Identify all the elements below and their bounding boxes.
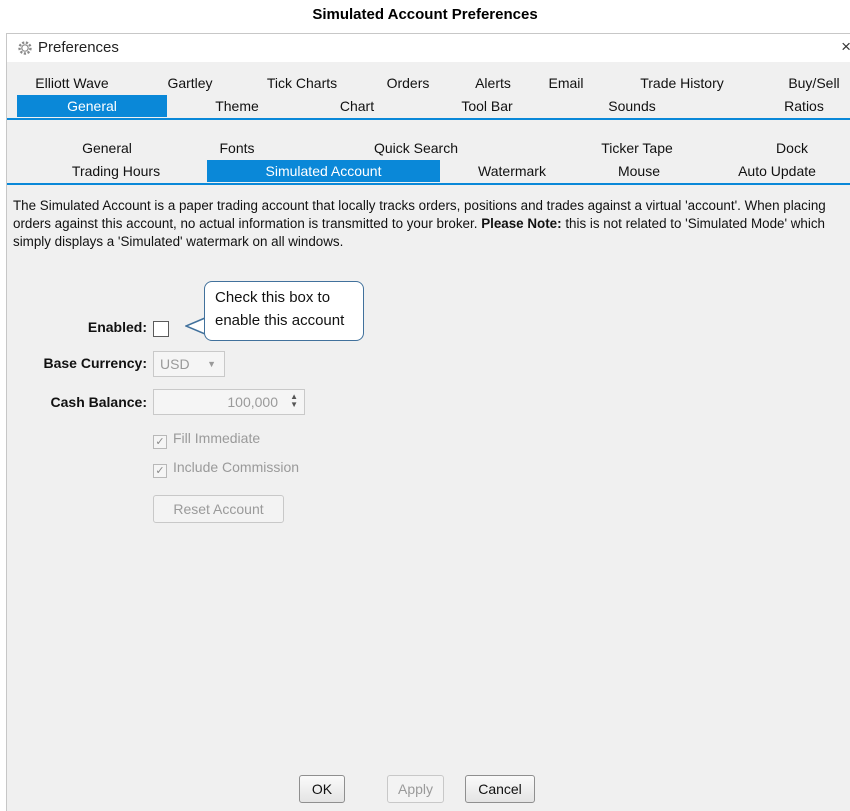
tab-buy-sell[interactable]: Buy/Sell: [777, 72, 850, 94]
tab-tick-charts[interactable]: Tick Charts: [257, 72, 347, 94]
apply-button[interactable]: Apply: [387, 775, 444, 803]
base-currency-select[interactable]: USD ▼: [153, 351, 225, 377]
base-currency-value: USD: [160, 356, 190, 372]
top-tabs-divider: [7, 118, 850, 120]
include-commission-option[interactable]: ✓ Include Commission: [153, 459, 299, 478]
cash-balance-spinner[interactable]: 100,000 ▲ ▼: [153, 389, 305, 415]
fill-immediate-option[interactable]: ✓ Fill Immediate: [153, 430, 260, 449]
sub-tabs-row1: General Fonts Quick Search Ticker Tape D…: [7, 137, 850, 159]
top-tabs-row1: Elliott Wave Gartley Tick Charts Orders …: [7, 72, 850, 94]
tab-theme[interactable]: Theme: [187, 95, 287, 117]
reset-account-button[interactable]: Reset Account: [153, 495, 284, 523]
tab-sounds[interactable]: Sounds: [587, 95, 677, 117]
tab-gartley[interactable]: Gartley: [157, 72, 223, 94]
tab-tool-bar[interactable]: Tool Bar: [447, 95, 527, 117]
tab-chart[interactable]: Chart: [317, 95, 397, 117]
include-commission-label: Include Commission: [173, 459, 300, 475]
subtab-dock[interactable]: Dock: [767, 137, 817, 159]
cash-balance-label: Cash Balance:: [50, 394, 147, 410]
spinner-arrows-icon[interactable]: ▲ ▼: [290, 393, 298, 409]
sub-tabs-divider: [7, 183, 850, 185]
sub-tabs-row2: Trading Hours Simulated Account Watermar…: [7, 160, 850, 182]
gear-icon: [18, 41, 32, 55]
image-caption: Simulated Account Preferences: [312, 6, 538, 23]
tab-general[interactable]: General: [17, 95, 167, 117]
close-button[interactable]: ×: [841, 37, 850, 57]
subtab-watermark[interactable]: Watermark: [467, 160, 557, 182]
subtab-ticker-tape[interactable]: Ticker Tape: [587, 137, 687, 159]
fill-immediate-label: Fill Immediate: [173, 430, 261, 446]
annotation-callout: Check this box to enable this account: [204, 281, 364, 341]
tab-alerts[interactable]: Alerts: [467, 72, 519, 94]
tab-ratios[interactable]: Ratios: [767, 95, 841, 117]
callout-line2: enable this account: [215, 312, 345, 329]
enabled-label: Enabled:: [87, 319, 147, 335]
tab-trade-history[interactable]: Trade History: [627, 72, 737, 94]
title-bar: Preferences ×: [7, 34, 850, 62]
subtab-general[interactable]: General: [67, 137, 147, 159]
base-currency-label: Base Currency:: [43, 355, 148, 371]
subtab-fonts[interactable]: Fonts: [207, 137, 267, 159]
description-text: The Simulated Account is a paper trading…: [13, 197, 843, 251]
description-note-label: Please Note:: [481, 216, 562, 231]
include-commission-checkbox[interactable]: ✓: [153, 464, 167, 478]
fill-immediate-checkbox[interactable]: ✓: [153, 435, 167, 449]
subtab-auto-update[interactable]: Auto Update: [727, 160, 827, 182]
ok-button[interactable]: OK: [299, 775, 345, 803]
enabled-checkbox[interactable]: [153, 321, 169, 337]
subtab-mouse[interactable]: Mouse: [607, 160, 671, 182]
subtab-quick-search[interactable]: Quick Search: [361, 137, 471, 159]
subtab-trading-hours[interactable]: Trading Hours: [57, 160, 175, 182]
subtab-simulated-account[interactable]: Simulated Account: [207, 160, 440, 182]
tab-elliott-wave[interactable]: Elliott Wave: [27, 72, 117, 94]
chevron-down-icon: ▼: [207, 359, 216, 369]
window-title: Preferences: [38, 39, 119, 56]
top-tabs-row2: General Theme Chart Tool Bar Sounds Rati…: [7, 95, 850, 117]
cash-balance-value: 100,000: [227, 394, 278, 410]
tab-email[interactable]: Email: [543, 72, 589, 94]
callout-line1: Check this box to: [215, 289, 331, 306]
preferences-window: Preferences × Elliott Wave Gartley Tick …: [6, 33, 850, 811]
cancel-button[interactable]: Cancel: [465, 775, 535, 803]
tab-orders[interactable]: Orders: [377, 72, 439, 94]
